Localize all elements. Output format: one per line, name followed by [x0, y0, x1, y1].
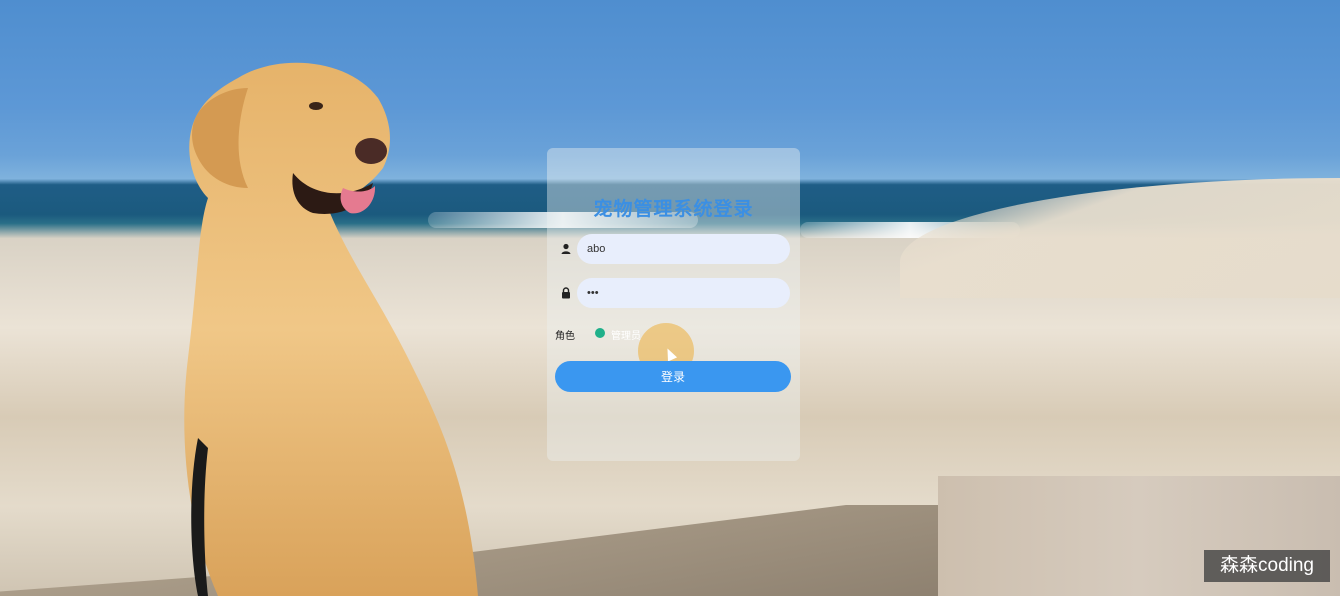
role-label: 角色 [555, 331, 575, 342]
role-radio-admin[interactable] [595, 328, 605, 338]
user-icon [561, 243, 571, 254]
watermark: 森森coding [1204, 550, 1330, 582]
lock-icon [562, 287, 570, 299]
role-option-label[interactable]: 管理员 [611, 327, 641, 342]
login-card: 宠物管理系统登录 角色 管理员 登录 [547, 148, 800, 461]
login-title: 宠物管理系统登录 [593, 198, 754, 220]
password-input[interactable] [577, 278, 790, 308]
login-button[interactable]: 登录 [555, 361, 791, 392]
dog-image [184, 62, 478, 596]
username-input[interactable] [577, 234, 790, 264]
